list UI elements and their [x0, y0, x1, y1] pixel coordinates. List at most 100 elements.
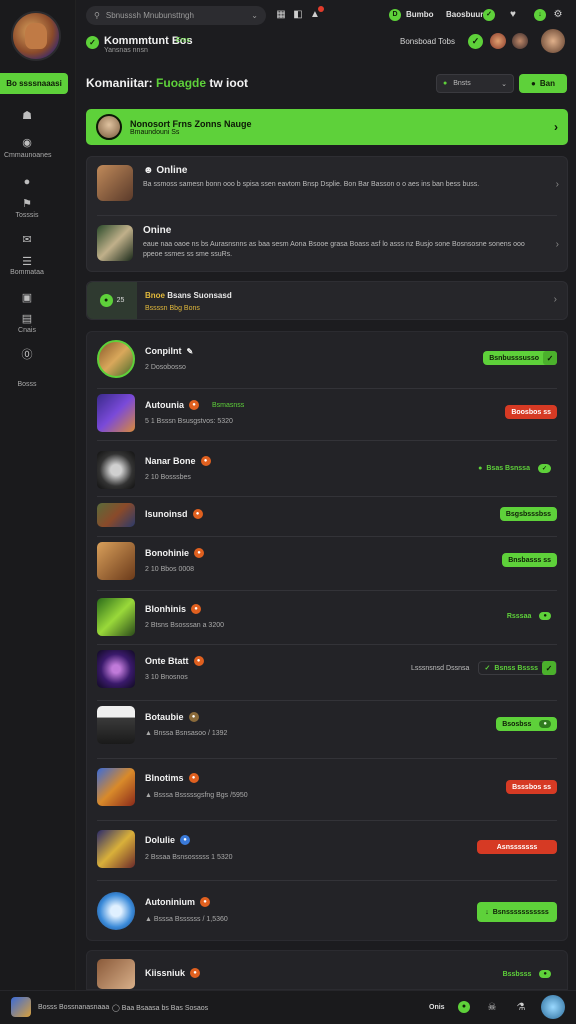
page-subtitle: Yansnas nnsn: [104, 47, 148, 54]
sidebar-label-community[interactable]: Cmmaunoanes: [4, 152, 51, 159]
sidebar-primary-button[interactable]: Bo ssssnaaasi: [0, 73, 68, 94]
square-icon[interactable]: ▣: [20, 292, 34, 304]
filter-label: Bnsts: [453, 80, 471, 87]
sidebar: Bo ssssnaaasi ☗ ◉ Cmmaunoanes ● ⚑ Tosssi…: [0, 0, 76, 1024]
game-action-button[interactable]: ● Bsas Bsnssa ✓: [472, 461, 557, 475]
promo-title: Bnoe Bsans Suonsasd: [145, 291, 232, 300]
check-icon: ✓: [543, 351, 557, 365]
filter-button[interactable]: ● Ban: [519, 74, 567, 93]
game-note: Lsssnsnsd Dssnsa: [411, 665, 470, 672]
compass-icon[interactable]: ●: [20, 176, 34, 188]
promo-subtitle: Bssssn Bbg Bons: [145, 305, 200, 312]
book-icon[interactable]: ☰: [20, 256, 34, 268]
game-name: Isunoinsd ●: [145, 509, 203, 519]
add-icon: ●: [531, 79, 536, 88]
chevron-right-icon[interactable]: ›: [556, 179, 559, 190]
verified-icon: ✓: [86, 36, 99, 49]
friend-avatar-1[interactable]: [490, 33, 506, 49]
game-thumbnail: [97, 706, 135, 744]
status-icon: D: [389, 9, 401, 21]
mail-icon[interactable]: ✉: [20, 234, 34, 246]
game-action-button[interactable]: ✓ Bsnss Bssss ✓: [477, 661, 557, 675]
user-avatar[interactable]: [541, 29, 565, 53]
sidebar-label-settings[interactable]: Bosss: [4, 381, 50, 388]
library-toggle-icon[interactable]: ◧: [291, 8, 305, 22]
status-label[interactable]: Bumbo: [406, 10, 434, 19]
game-action-button[interactable]: Boosbos ss: [505, 405, 557, 419]
game-action-button[interactable]: Bsgsbsssbss: [499, 507, 557, 521]
game-action-button[interactable]: Bsnbusssusso ✓: [483, 351, 557, 365]
home-icon[interactable]: ☗: [20, 110, 34, 122]
list-item[interactable]: Blonhinis ● 2 Btsns Bsosssan a 3200 Rsssa…: [87, 596, 569, 644]
game-action-button[interactable]: Bsssbos ss: [506, 780, 557, 794]
controller-icon[interactable]: ☠: [485, 1001, 499, 1015]
online-avatar: [97, 165, 133, 201]
friend-avatar-2[interactable]: [512, 33, 528, 49]
chevron-right-icon[interactable]: ›: [554, 120, 558, 134]
search-input[interactable]: Sbnusssh Mnubunsttngh: [106, 11, 245, 20]
app-avatar[interactable]: [11, 11, 61, 61]
online-status-icon: ●: [458, 1001, 470, 1013]
game-name: Botaubie ●: [145, 712, 199, 722]
list-item[interactable]: Botaubie ● ▲ Bnssa Bsnsasoo / 1392 Bsosbs…: [87, 704, 569, 752]
friends-top-label[interactable]: Baosbuur: [446, 10, 483, 19]
title-tag: Ems: [176, 37, 190, 44]
online-item[interactable]: Onine eaue naa oaoe ns bs Aurasnsnns as …: [87, 217, 569, 273]
game-action-button[interactable]: ↓ Bsnsssssssssss: [477, 902, 557, 922]
banner-subtitle: Bmaundouni Ss: [130, 128, 180, 136]
community-icon[interactable]: ◉: [20, 137, 34, 149]
list-item[interactable]: Kiissniuk ● Bssbsss ●: [87, 957, 569, 991]
promo-card[interactable]: ● 25 Bnoe Bsans Suonsasd Bssssn Bbg Bons…: [86, 281, 568, 320]
game-action-button[interactable]: Bsosbss ●: [496, 717, 557, 731]
list-item[interactable]: Dolulie ● 2 Bssaa Bsnsosssss 1 5320 Asnss…: [87, 826, 569, 874]
game-action-button[interactable]: Asnsssssss: [477, 840, 557, 854]
game-action-button[interactable]: Rsssaa ●: [501, 609, 557, 623]
chevron-right-icon[interactable]: ›: [556, 239, 559, 250]
game-thumbnail: [97, 598, 135, 636]
game-thumbnail: [97, 340, 135, 378]
download-icon[interactable]: ↓: [534, 9, 546, 21]
list-item[interactable]: Autoninium ● ▲ Bsssa Bssssss / 1,5360 ↓ Bs…: [87, 888, 569, 938]
online-avatar: [97, 225, 133, 261]
sidebar-label-library[interactable]: Tosssis: [4, 212, 50, 219]
featured-banner[interactable]: Nonosort Frns Zonns Nauge Bmaundouni Ss …: [86, 109, 568, 145]
banner-avatar: [96, 114, 122, 140]
online-item[interactable]: ☻ Online Ba ssmoss samesn bonn ooo b spi…: [87, 157, 569, 213]
online-text: Ba ssmoss samesn bonn ooo b spisa ssen e…: [143, 181, 480, 188]
profile-avatar[interactable]: [541, 995, 565, 1019]
game-thumbnail: [97, 503, 135, 527]
list-icon[interactable]: ▤: [20, 313, 34, 325]
promo-count: 25: [116, 297, 125, 304]
chevron-right-icon[interactable]: ›: [554, 294, 557, 305]
game-meta: 5 1 Bsssn Bsusgstvos: 5320: [145, 418, 233, 425]
section-title: Komaniitar: Fuoagde tw ioot: [86, 76, 248, 90]
list-item[interactable]: Nanar Bone ● 2 10 Bosssbes ● Bsas Bsnssa ✓: [87, 448, 569, 492]
chevron-down-icon[interactable]: ⌄: [251, 11, 258, 20]
search-bar[interactable]: ⚲ Sbnusssh Mnubunsttngh ⌄: [86, 6, 266, 25]
list-item[interactable]: Onte Btatt ● 3 10 Bnosnos Lsssnsnsd Dssns…: [87, 648, 569, 696]
list-item[interactable]: Bonohinie ● 2 10 Bbos 0008 Bnsbasss ss: [87, 540, 569, 588]
game-thumbnail: [97, 959, 135, 989]
list-item[interactable]: Isunoinsd ● Bsgsbsssbss: [87, 500, 569, 536]
settings-icon[interactable]: ⚙: [551, 8, 565, 22]
game-action-button[interactable]: Bnsbasss ss: [502, 553, 557, 567]
game-meta: 2 Bssaa Bsnsosssss 1 5320: [145, 854, 233, 861]
badge-icon: ●: [189, 400, 199, 410]
bottom-avatar[interactable]: [11, 997, 31, 1017]
game-action-button[interactable]: Bssbsss ●: [497, 967, 557, 981]
list-item[interactable]: Conpilnt ✎ 2 Dosobosso Bsnbusssusso ✓: [87, 338, 569, 386]
sidebar-label-list[interactable]: Cnais: [4, 327, 50, 334]
filter-dropdown[interactable]: ● Bnsts ⌄: [436, 74, 514, 93]
divider: [97, 536, 557, 537]
game-thumbnail: [97, 768, 135, 806]
sidebar-label-book[interactable]: Bommataa: [4, 269, 50, 276]
list-item[interactable]: Blnotims ● ▲ Bsssa Bsssssgsfng Bgs /5950 …: [87, 764, 569, 812]
list-item[interactable]: Autounia ● Bsmasnss 5 1 Bsssn Bsusgstvos: …: [87, 392, 569, 440]
game-name: Kiissniuk ●: [145, 968, 201, 978]
info-icon[interactable]: ⓪: [20, 349, 34, 361]
library-icon[interactable]: ⚑: [20, 198, 34, 210]
chat-icon[interactable]: ♥: [506, 8, 520, 22]
bottom-bar: Bosss Bossnanasnaaa ◯ Baa Bsaasa bs Bas …: [0, 990, 576, 1024]
download-tray-icon[interactable]: ⚗: [514, 1001, 528, 1015]
grid-icon[interactable]: ▦: [274, 8, 288, 22]
